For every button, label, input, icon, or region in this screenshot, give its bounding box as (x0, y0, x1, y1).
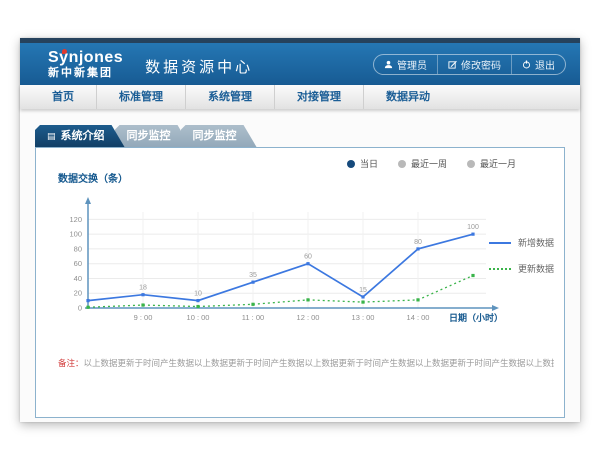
logo-accent-dot (62, 49, 67, 54)
header: Synjones 新中新集团 数据资源中心 管理员 修改密码 退出 (20, 43, 580, 85)
nav-item-4[interactable]: 数据异动 (363, 85, 452, 109)
svg-text:35: 35 (249, 272, 257, 279)
user-action-label: 修改密码 (461, 57, 501, 72)
power-icon (522, 60, 531, 69)
radio-label: 最近一周 (411, 157, 447, 170)
nav-item-0[interactable]: 首页 (30, 85, 96, 109)
svg-text:100: 100 (69, 230, 82, 239)
chart-panel: 当日 最近一周 最近一月 数据交换（条） 0 20 40 60 80 100 120 9 : 00… (35, 147, 565, 418)
svg-text:12 : 00: 12 : 00 (297, 313, 320, 322)
svg-text:15: 15 (359, 287, 367, 294)
range-option-2[interactable]: 最近一月 (467, 157, 516, 170)
brand-logo: Synjones 新中新集团 (48, 50, 123, 79)
footnote: 备注：以上数据更新于时间产生数据以上数据更新于时间产生数据以上数据更新于时间产生… (58, 357, 554, 369)
svg-text:40: 40 (74, 274, 82, 283)
chart-legend: 新增数据更新数据 (489, 236, 554, 275)
svg-text:60: 60 (74, 259, 82, 268)
svg-text:日期（小时）: 日期（小时） (449, 312, 503, 323)
logo-subtext: 新中新集团 (48, 68, 123, 79)
logo-text: Synjones (48, 50, 123, 66)
tab-2[interactable]: 同步监控 (181, 125, 257, 147)
svg-text:120: 120 (69, 215, 82, 224)
nav-item-3[interactable]: 对接管理 (274, 85, 363, 109)
svg-text:10 : 00: 10 : 00 (187, 313, 210, 322)
user-action-0[interactable]: 管理员 (374, 55, 437, 74)
app-window: Synjones 新中新集团 数据资源中心 管理员修改密码退出 首页标准管理系统… (20, 38, 580, 422)
user-action-2[interactable]: 退出 (511, 55, 565, 74)
range-option-0[interactable]: 当日 (347, 157, 378, 170)
tab-label: 同步监控 (127, 130, 171, 142)
y-axis-title: 数据交换（条） (58, 170, 128, 185)
svg-text:80: 80 (74, 244, 82, 253)
nav-item-1[interactable]: 标准管理 (96, 85, 185, 109)
radio-label: 最近一月 (480, 157, 516, 170)
legend-marker (489, 268, 511, 270)
tab-1[interactable]: 同步监控 (115, 125, 191, 147)
tab-0[interactable]: ▤ 系统介绍 (35, 125, 125, 147)
legend-item-0[interactable]: 新增数据 (489, 236, 554, 249)
radio-icon (398, 160, 406, 168)
svg-text:10: 10 (194, 291, 202, 298)
legend-item-1[interactable]: 更新数据 (489, 262, 554, 275)
nav-item-2[interactable]: 系统管理 (185, 85, 274, 109)
range-option-1[interactable]: 最近一周 (398, 157, 447, 170)
user-toolbar: 管理员 修改密码 退出 (373, 54, 566, 75)
svg-text:100: 100 (467, 224, 479, 231)
footnote-prefix: 备注： (58, 358, 84, 368)
main-nav: 首页标准管理系统管理对接管理数据异动 (20, 85, 580, 109)
legend-label: 新增数据 (518, 236, 554, 249)
tab-bar: ▤ 系统介绍 同步监控 同步监控 (35, 125, 580, 147)
footnote-text: 以上数据更新于时间产生数据以上数据更新于时间产生数据以上数据更新于时间产生数据以… (84, 358, 554, 368)
user-action-label: 退出 (535, 57, 555, 72)
legend-marker (489, 242, 511, 244)
line-chart: 0 20 40 60 80 100 120 9 : 00 10 : 00 11 : 00 12 : … (48, 186, 518, 338)
radio-label: 当日 (360, 157, 378, 170)
edit-icon (448, 60, 457, 69)
svg-text:11 : 00: 11 : 00 (242, 313, 264, 322)
svg-text:60: 60 (304, 254, 312, 261)
radio-icon (347, 160, 355, 168)
svg-text:13 : 00: 13 : 00 (352, 313, 375, 322)
page-title: 数据资源中心 (145, 56, 253, 77)
user-action-1[interactable]: 修改密码 (437, 55, 511, 74)
legend-label: 更新数据 (518, 262, 554, 275)
svg-text:20: 20 (74, 289, 82, 298)
user-icon (384, 60, 393, 69)
tab-label: 系统介绍 (61, 130, 105, 142)
svg-text:14 : 00: 14 : 00 (407, 313, 430, 322)
range-selector: 当日 最近一周 最近一月 (347, 157, 516, 170)
user-action-label: 管理员 (397, 57, 427, 72)
svg-text:18: 18 (139, 285, 147, 292)
radio-icon (467, 160, 475, 168)
document-icon: ▤ (47, 131, 56, 141)
svg-text:80: 80 (414, 239, 422, 246)
content-area: ▤ 系统介绍 同步监控 同步监控 当日 最近一周 最近一月 数据交换（条） 0 20 40 60… (20, 109, 580, 422)
tab-label: 同步监控 (193, 130, 237, 142)
svg-text:9 : 00: 9 : 00 (134, 313, 153, 322)
svg-text:0: 0 (78, 304, 82, 313)
